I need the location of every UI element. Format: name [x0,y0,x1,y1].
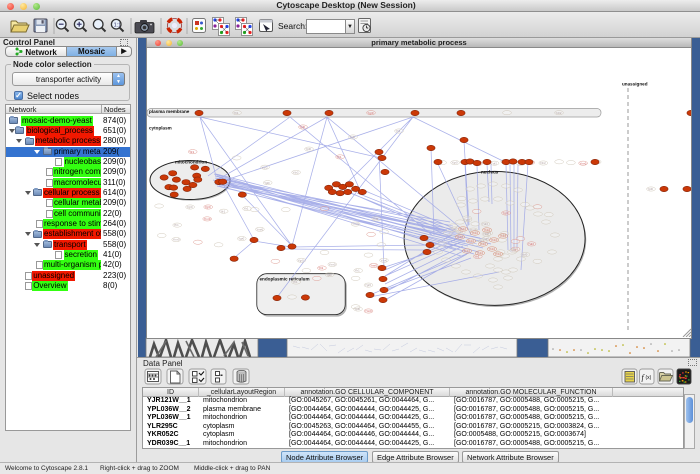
svg-text:Ypl0: Ypl0 [373,217,379,221]
svg-text:unassigned: unassigned [622,82,648,87]
svg-text:mitochondrion: mitochondrion [175,160,207,165]
svg-text:Ymr0: Ymr0 [370,264,377,268]
svg-text:Ydr2: Ydr2 [262,165,268,169]
svg-text:Yb10: Yb10 [491,238,498,242]
svg-text:Ymr0: Ymr0 [173,238,180,242]
svg-text:Ylr1: Ylr1 [293,280,298,284]
svg-text:Ylr1: Ylr1 [189,150,194,154]
svg-text:Yb10: Yb10 [500,234,507,238]
svg-text:Ygr0: Ygr0 [238,237,244,241]
svg-text:Yb10: Yb10 [460,227,467,231]
svg-text:Ygr0: Ygr0 [452,161,458,165]
svg-text:Ygr0: Ygr0 [187,205,193,209]
svg-text:Ylr1: Ylr1 [396,129,401,133]
svg-text:Yb10: Yb10 [489,247,496,251]
svg-text:Yb10: Yb10 [468,239,475,243]
svg-text:Ygr0: Ygr0 [368,111,374,115]
svg-text:Ypl0: Ypl0 [306,147,312,151]
svg-text:Ymr0: Ymr0 [329,263,336,267]
svg-text:Ygr0: Ygr0 [365,283,371,287]
svg-text:nucleus: nucleus [481,170,499,175]
svg-text:Ydr2: Ydr2 [491,161,497,165]
svg-text:endoplasmic reticulum: endoplasmic reticulum [260,277,310,282]
svg-text:Ylr1: Ylr1 [234,111,239,115]
svg-text:Ydr2: Ydr2 [528,242,534,246]
svg-text:Ypl0: Ypl0 [264,181,270,185]
svg-text:Ylr1: Ylr1 [174,223,179,227]
svg-text:Ylr1: Ylr1 [337,155,342,159]
svg-text:Ydr2: Ydr2 [483,232,489,236]
svg-text:Ypl0: Ypl0 [355,307,361,311]
svg-text:Ymr0: Ymr0 [381,258,388,262]
svg-text:Ygr0: Ygr0 [205,205,211,209]
svg-text:Ymr0: Ymr0 [352,222,359,226]
svg-text:Ypl0: Ypl0 [326,273,332,277]
svg-text:Ypl0: Ypl0 [350,135,356,139]
svg-text:Ypl0: Ypl0 [300,125,306,129]
svg-text:Ylr1: Ylr1 [220,209,225,213]
svg-text:Ymr0: Ymr0 [580,161,587,165]
svg-text:Ygr0: Ygr0 [298,258,304,262]
svg-text:Yb10: Yb10 [457,235,464,239]
svg-text:Yb10: Yb10 [484,228,491,232]
svg-text:1:1: 1:1 [114,22,122,28]
svg-text:Ydr2: Ydr2 [293,171,299,175]
svg-text:Ylr1: Ylr1 [244,207,249,211]
svg-text:Ygr0: Ygr0 [503,211,509,215]
svg-text:Yb10: Yb10 [477,251,484,255]
svg-text:Ylr1: Ylr1 [318,266,323,270]
svg-text:Yb10: Yb10 [472,231,479,235]
svg-text:Ydr2: Ydr2 [540,161,546,165]
svg-text:Ydr2: Ydr2 [482,222,488,226]
svg-text:Yb10: Yb10 [495,252,502,256]
svg-text:Yb10: Yb10 [480,242,487,246]
svg-text:Ymr0: Ymr0 [365,309,372,313]
svg-text:plasma membrane: plasma membrane [149,109,190,114]
svg-text:Ydr2: Ydr2 [556,111,562,115]
svg-text:(x): (x) [646,375,652,381]
svg-text:Ypl0: Ypl0 [648,187,654,191]
svg-text:Ymr0: Ymr0 [204,217,211,221]
svg-text:Ymr0: Ymr0 [256,227,263,231]
svg-text:Yb10: Yb10 [464,249,471,253]
svg-text:Ypl0: Ypl0 [522,253,528,257]
svg-text:Ylr1: Ylr1 [355,269,360,273]
svg-text:cytoplasm: cytoplasm [149,126,172,131]
